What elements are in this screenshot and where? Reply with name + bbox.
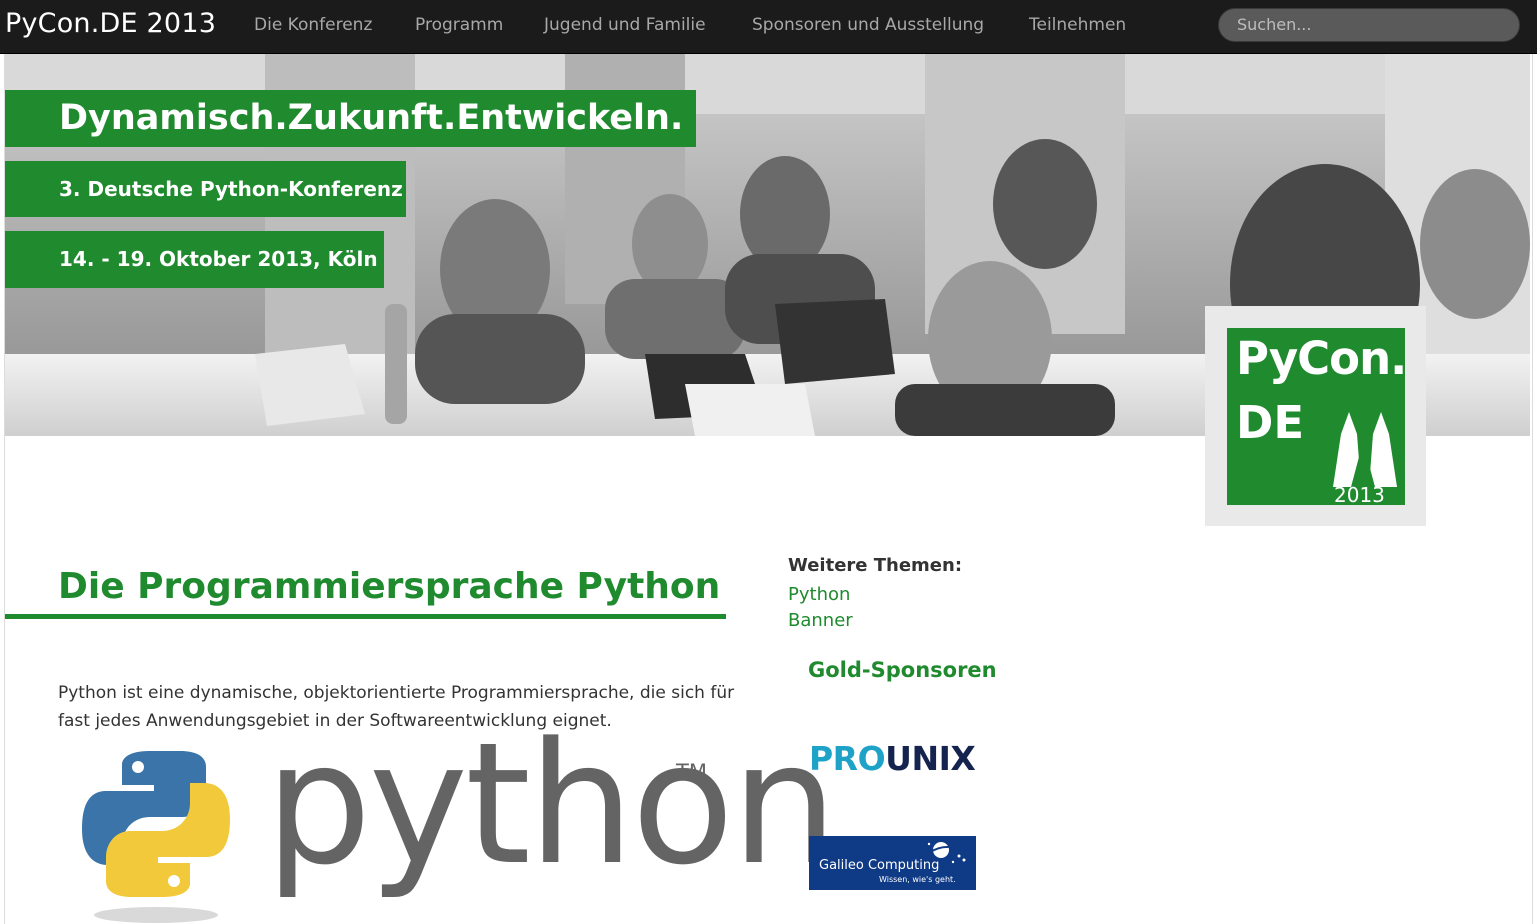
title-underline xyxy=(5,614,726,619)
python-logo-word: python xyxy=(265,706,838,902)
hero-subtitle: 3. Deutsche Python-Konferenz xyxy=(5,161,406,217)
nav-item-die-konferenz[interactable]: Die Konferenz xyxy=(254,15,372,35)
brand-link[interactable]: PyCon.DE 2013 xyxy=(5,8,216,39)
top-navbar: PyCon.DE 2013 Die Konferenz Programm Jug… xyxy=(0,0,1537,54)
sponsor-prounix-logo[interactable]: PROUNIX xyxy=(809,739,976,778)
sidebar-heading: Weitere Themen: xyxy=(788,555,963,576)
logo-year: 2013 xyxy=(1334,483,1385,507)
nav-item-teilnehmen[interactable]: Teilnehmen xyxy=(1029,15,1126,35)
gold-sponsors-heading: Gold-Sponsoren xyxy=(808,658,997,682)
hero-tagline: Dynamisch.Zukunft.Entwickeln. xyxy=(5,90,696,147)
galileo-name: Galileo Computing xyxy=(819,858,940,873)
nav-item-jugend-und-familie[interactable]: Jugend und Familie xyxy=(544,15,706,35)
python-logo-trademark: TM xyxy=(676,760,707,784)
pycon-de-logo[interactable]: PyCon. DE 2013 xyxy=(1227,328,1407,507)
logo-line2: DE xyxy=(1236,396,1305,449)
nav-item-sponsoren-und-ausstellung[interactable]: Sponsoren und Ausstellung xyxy=(752,15,984,35)
sidebar-link-banner[interactable]: Banner xyxy=(788,610,853,631)
prounix-part1: PRO xyxy=(809,739,886,778)
nav-item-programm[interactable]: Programm xyxy=(415,15,503,35)
sidebar-link-python[interactable]: Python xyxy=(788,584,850,605)
logo-line1: PyCon. xyxy=(1236,332,1407,385)
cathedral-icon xyxy=(1333,412,1397,487)
prounix-part2: UNIX xyxy=(885,739,976,778)
page-title: Die Programmiersprache Python xyxy=(58,566,721,607)
hero-date: 14. - 19. Oktober 2013, Köln xyxy=(5,231,384,288)
sponsor-galileo-logo[interactable]: Galileo Computing Wissen, wie's geht. xyxy=(809,836,976,890)
galileo-slogan: Wissen, wie's geht. xyxy=(879,875,956,884)
search-input[interactable]: Suchen... xyxy=(1218,8,1520,42)
